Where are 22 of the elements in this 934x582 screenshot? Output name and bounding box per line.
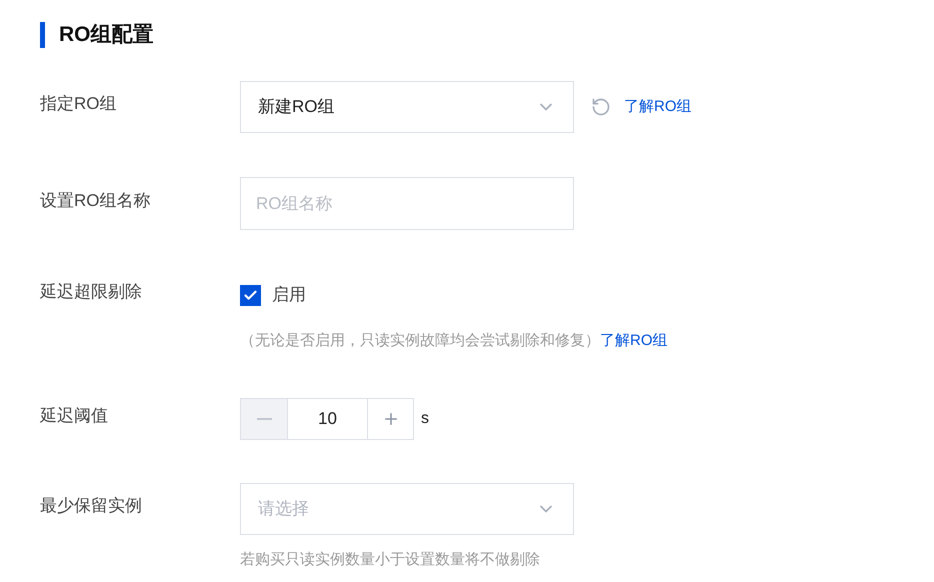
section-title: RO组配置 [59,22,154,48]
unit-text: s [421,408,429,428]
help-link[interactable]: 了解RO组 [600,330,668,352]
name-input-field[interactable]: RO组名称 [240,177,574,230]
help-link[interactable]: 了解RO组 [624,96,692,118]
checkbox-label: 启用 [272,284,306,306]
field-label: 延迟阈值 [40,404,108,427]
checkbox[interactable] [240,284,261,306]
note-text: （无论是否启用，只读实例故障均会尝试剔除和修复） [240,331,600,351]
select-field[interactable]: 新建RO组 [240,81,574,133]
field-label: 最少保留实例 [40,494,142,517]
minus-icon [256,418,272,420]
refresh-icon[interactable] [591,97,611,117]
check-icon [243,288,258,302]
hint-text: 若购买只读实例数量小于设置数量将不做剔除 [240,550,541,570]
select-placeholder: 请选择 [258,498,309,520]
increment-button[interactable] [367,398,414,440]
select-value: 新建RO组 [258,96,334,118]
title-accent-bar [40,22,45,48]
field-label: 延迟超限剔除 [40,281,142,304]
field-label: 设置RO组名称 [40,190,150,212]
field-label: 指定RO组 [40,93,116,116]
